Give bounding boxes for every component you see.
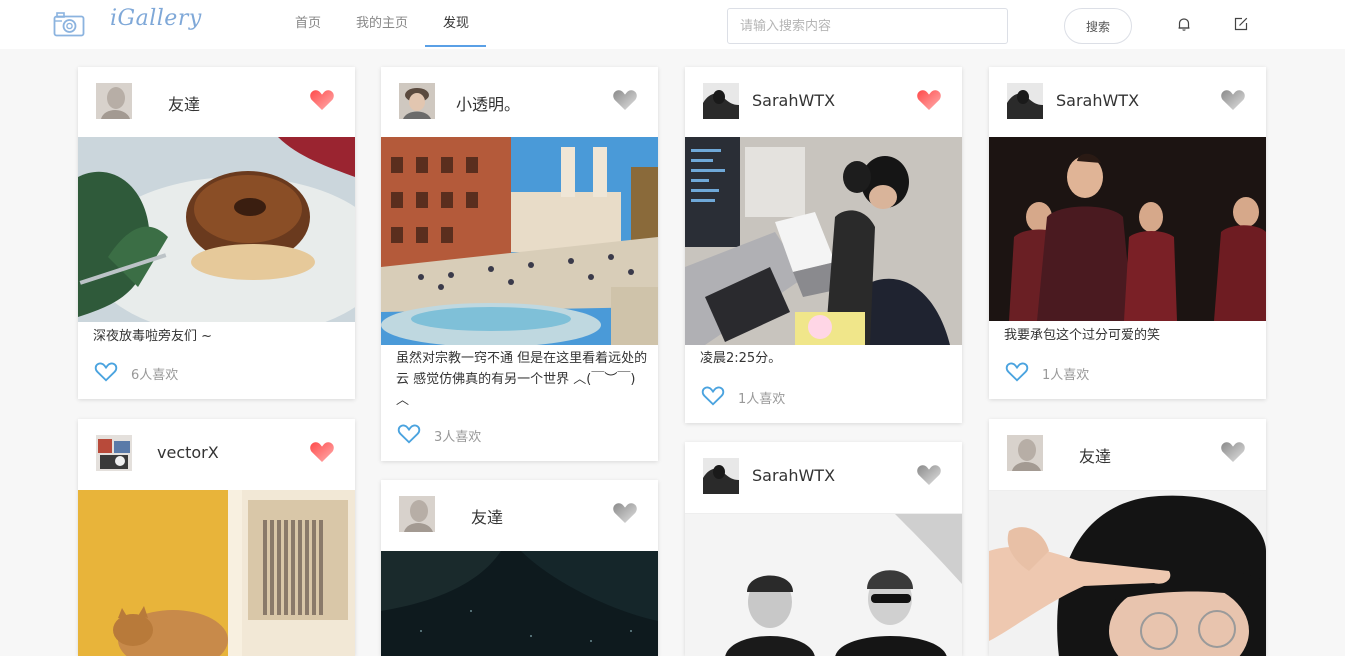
avatar[interactable] bbox=[399, 83, 435, 119]
photo-card[interactable]: 友達 bbox=[381, 480, 658, 656]
like-count: 3人喜欢 bbox=[434, 430, 482, 445]
like-heart-icon[interactable] bbox=[1005, 361, 1029, 383]
avatar[interactable] bbox=[96, 435, 132, 471]
post-photo[interactable] bbox=[989, 490, 1266, 656]
post-description: 虽然对宗教一窍不通 但是在这里看着远处的云 感觉仿佛真的有另一个世界 ︿(￣︶￣… bbox=[396, 351, 648, 408]
nav-home[interactable]: 首页 bbox=[295, 12, 321, 31]
avatar[interactable] bbox=[96, 83, 132, 119]
username[interactable]: vectorX bbox=[157, 443, 219, 462]
card-header: 小透明。 bbox=[381, 67, 658, 137]
avatar[interactable] bbox=[1007, 435, 1043, 471]
like-heart-icon[interactable] bbox=[397, 423, 421, 445]
bell-icon[interactable] bbox=[1176, 16, 1192, 32]
username[interactable]: 小透明。 bbox=[456, 91, 520, 115]
like-heart-icon[interactable] bbox=[94, 361, 118, 383]
post-photo[interactable] bbox=[685, 137, 962, 345]
username[interactable]: SarahWTX bbox=[1056, 91, 1139, 110]
post-photo[interactable] bbox=[78, 137, 355, 322]
post-description: 深夜放毒啦旁友们 ~ bbox=[93, 329, 213, 344]
card-header: vectorX bbox=[78, 419, 355, 489]
photo-card[interactable]: SarahWTX bbox=[685, 442, 962, 656]
favorite-heart-icon[interactable] bbox=[916, 463, 942, 487]
nav-my-homepage[interactable]: 我的主页 bbox=[356, 12, 408, 31]
favorite-heart-icon[interactable] bbox=[612, 88, 638, 112]
username[interactable]: SarahWTX bbox=[752, 91, 835, 110]
favorite-heart-icon[interactable] bbox=[612, 501, 638, 525]
card-header: SarahWTX bbox=[685, 442, 962, 512]
post-photo[interactable] bbox=[78, 490, 355, 656]
brand-logo[interactable]: iGallery bbox=[110, 6, 202, 31]
like-count: 1人喜欢 bbox=[738, 392, 786, 407]
username[interactable]: 友達 bbox=[471, 504, 503, 528]
post-photo[interactable] bbox=[685, 513, 962, 656]
post-photo[interactable] bbox=[989, 137, 1266, 321]
photo-card[interactable]: SarahWTX 凌晨2:25分。 1人喜欢 bbox=[685, 67, 962, 423]
photo-card[interactable]: vectorX bbox=[78, 419, 355, 656]
favorite-heart-icon[interactable] bbox=[309, 88, 335, 112]
favorite-heart-icon[interactable] bbox=[1220, 88, 1246, 112]
active-tab-indicator bbox=[425, 45, 486, 47]
camera-logo-icon[interactable] bbox=[53, 11, 85, 37]
avatar[interactable] bbox=[1007, 83, 1043, 119]
post-description: 凌晨2:25分。 bbox=[700, 351, 782, 366]
card-header: 友達 bbox=[381, 480, 658, 550]
post-description: 我要承包这个过分可爱的笑 bbox=[1004, 328, 1161, 343]
search-input[interactable] bbox=[727, 8, 1008, 44]
favorite-heart-icon[interactable] bbox=[1220, 440, 1246, 464]
photo-card[interactable]: 友達 bbox=[989, 419, 1266, 656]
username[interactable]: 友達 bbox=[1079, 443, 1111, 467]
card-header: SarahWTX bbox=[989, 67, 1266, 137]
username[interactable]: SarahWTX bbox=[752, 466, 835, 485]
like-heart-icon[interactable] bbox=[701, 385, 725, 407]
like-count: 1人喜欢 bbox=[1042, 368, 1090, 383]
favorite-heart-icon[interactable] bbox=[309, 440, 335, 464]
top-header: iGallery 首页 我的主页 发现 搜索 bbox=[0, 0, 1345, 49]
edit-icon[interactable] bbox=[1233, 16, 1249, 32]
search-button[interactable]: 搜索 bbox=[1064, 8, 1132, 44]
avatar[interactable] bbox=[703, 83, 739, 119]
avatar[interactable] bbox=[399, 496, 435, 532]
post-photo[interactable] bbox=[381, 137, 658, 345]
photo-card[interactable]: 友達 深夜放毒啦旁友们 ~ 6人喜欢 bbox=[78, 67, 355, 399]
card-header: SarahWTX bbox=[685, 67, 962, 137]
username[interactable]: 友達 bbox=[168, 91, 200, 115]
favorite-heart-icon[interactable] bbox=[916, 88, 942, 112]
avatar[interactable] bbox=[703, 458, 739, 494]
like-count: 6人喜欢 bbox=[131, 368, 179, 383]
nav-discover[interactable]: 发现 bbox=[443, 12, 469, 31]
photo-card[interactable]: SarahWTX 我要承包这个过分可爱的笑 1人喜欢 bbox=[989, 67, 1266, 399]
card-header: 友達 bbox=[78, 67, 355, 137]
photo-card[interactable]: 小透明。 虽然对宗教一窍不通 但是在这里看着远处的云 感觉仿佛真的有另一个世界 … bbox=[381, 67, 658, 461]
post-photo[interactable] bbox=[381, 551, 658, 656]
card-header: 友達 bbox=[989, 419, 1266, 489]
